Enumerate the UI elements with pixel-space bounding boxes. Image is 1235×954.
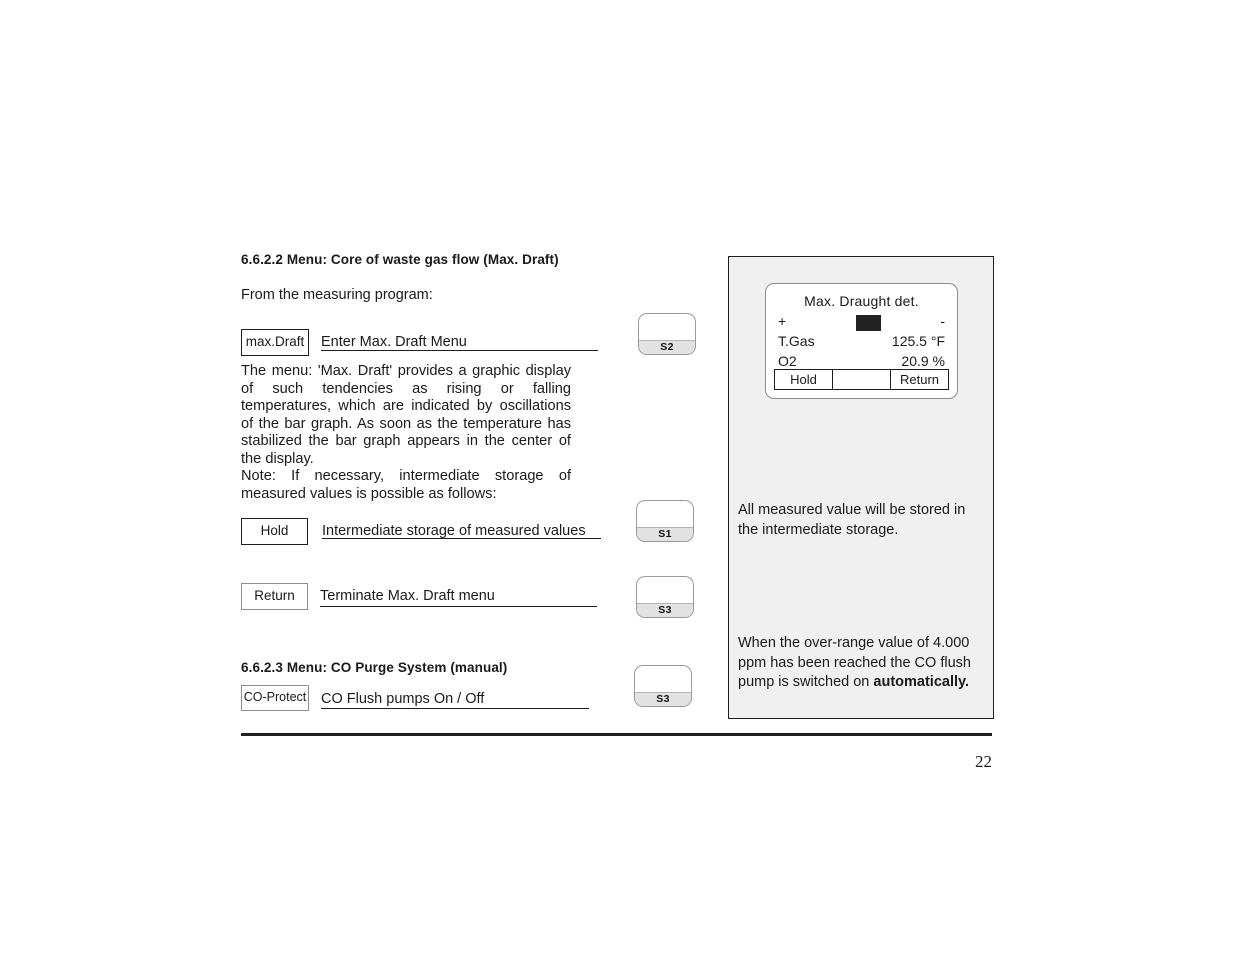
lcd-row-o2-value: 20.9 % xyxy=(901,353,945,369)
intro-line: From the measuring program: xyxy=(241,287,433,303)
key-desc-return-text: Terminate Max. Draft menu xyxy=(320,588,495,604)
key-row-return: Return Terminate Max. Draft menu xyxy=(241,583,597,610)
hardware-key-s3-co-protect-label: S3 xyxy=(635,692,691,706)
key-label-hold[interactable]: Hold xyxy=(241,518,308,545)
key-desc-hold-text: Intermediate storage of measured values xyxy=(322,523,586,539)
footer-rule xyxy=(241,733,992,736)
hardware-key-s3-co-protect[interactable]: S3 xyxy=(634,665,692,707)
lcd-row-tgas-value: 125.5 °F xyxy=(891,333,945,349)
lcd-minus-sign: - xyxy=(940,313,945,329)
lcd-softkey-bar: Hold Return xyxy=(774,369,949,390)
lcd-bargraph-indicator xyxy=(856,315,881,331)
panel-note-overrange-emphasis: automatically. xyxy=(873,674,970,690)
body-paragraph: The menu: 'Max. Draft' provides a graphi… xyxy=(241,363,571,469)
panel-note-overrange: When the over-range value of 4.000 ppm h… xyxy=(738,634,988,693)
note-paragraph-text: Note: If necessary, intermediate storage… xyxy=(241,468,571,502)
device-lcd-screen: Max. Draught det. + - T.Gas 125.5 °F O2 … xyxy=(765,283,958,399)
underline-rule xyxy=(320,606,597,607)
key-label-max-draft[interactable]: max.Draft xyxy=(241,329,309,356)
key-desc-co-protect-text: CO Flush pumps On / Off xyxy=(321,691,485,707)
key-desc-max-draft: Enter Max. Draft Menu xyxy=(321,329,598,351)
lcd-row-o2-label: O2 xyxy=(778,353,797,369)
underline-rule xyxy=(321,708,589,709)
key-desc-hold: Intermediate storage of measured values xyxy=(322,518,601,539)
hardware-key-s3-return[interactable]: S3 xyxy=(636,576,694,618)
hardware-key-s2[interactable]: S2 xyxy=(638,313,696,355)
panel-note-storage: All measured value will be stored in the… xyxy=(738,502,966,538)
key-row-hold: Hold Intermediate storage of measured va… xyxy=(241,518,601,545)
key-desc-return: Terminate Max. Draft menu xyxy=(320,583,597,607)
hardware-key-s1-label: S1 xyxy=(637,527,693,541)
underline-rule xyxy=(321,350,598,351)
lcd-plus-sign: + xyxy=(778,313,787,329)
hardware-key-s3-return-label: S3 xyxy=(637,603,693,617)
lcd-softkey-return[interactable]: Return xyxy=(890,370,948,389)
illustration-panel: Max. Draught det. + - T.Gas 125.5 °F O2 … xyxy=(728,256,994,719)
key-label-co-protect[interactable]: CO-Protect xyxy=(241,685,309,711)
section-heading-co-purge: 6.6.2.3 Menu: CO Purge System (manual) xyxy=(241,660,508,675)
body-paragraph-text: The menu: 'Max. Draft' provides a graphi… xyxy=(241,363,571,467)
lcd-polarity-row: + - xyxy=(778,313,945,333)
lcd-row-tgas: T.Gas 125.5 °F xyxy=(778,333,945,353)
page-number: 22 xyxy=(975,752,992,771)
key-label-return[interactable]: Return xyxy=(241,583,308,610)
lcd-softkey-hold[interactable]: Hold xyxy=(775,370,832,389)
key-row-co-protect: CO-Protect CO Flush pumps On / Off xyxy=(241,685,589,711)
lcd-softkey-middle[interactable] xyxy=(832,370,890,389)
left-text-column: 6.6.2.2 Menu: Core of waste gas flow (Ma… xyxy=(241,252,613,303)
underline-rule xyxy=(322,538,601,539)
section-heading-max-draft: 6.6.2.2 Menu: Core of waste gas flow (Ma… xyxy=(241,252,559,267)
document-page: 6.6.2.2 Menu: Core of waste gas flow (Ma… xyxy=(0,0,1235,954)
key-desc-max-draft-text: Enter Max. Draft Menu xyxy=(321,334,467,350)
lcd-title: Max. Draught det. xyxy=(804,293,919,309)
hardware-key-s2-label: S2 xyxy=(639,340,695,354)
key-desc-co-protect: CO Flush pumps On / Off xyxy=(321,685,589,709)
lcd-row-tgas-label: T.Gas xyxy=(778,333,815,349)
hardware-key-s1[interactable]: S1 xyxy=(636,500,694,542)
note-paragraph: Note: If necessary, intermediate storage… xyxy=(241,468,571,503)
key-row-max-draft: max.Draft Enter Max. Draft Menu xyxy=(241,329,598,356)
section-heading-co-purge-wrap: 6.6.2.3 Menu: CO Purge System (manual) xyxy=(241,660,507,675)
